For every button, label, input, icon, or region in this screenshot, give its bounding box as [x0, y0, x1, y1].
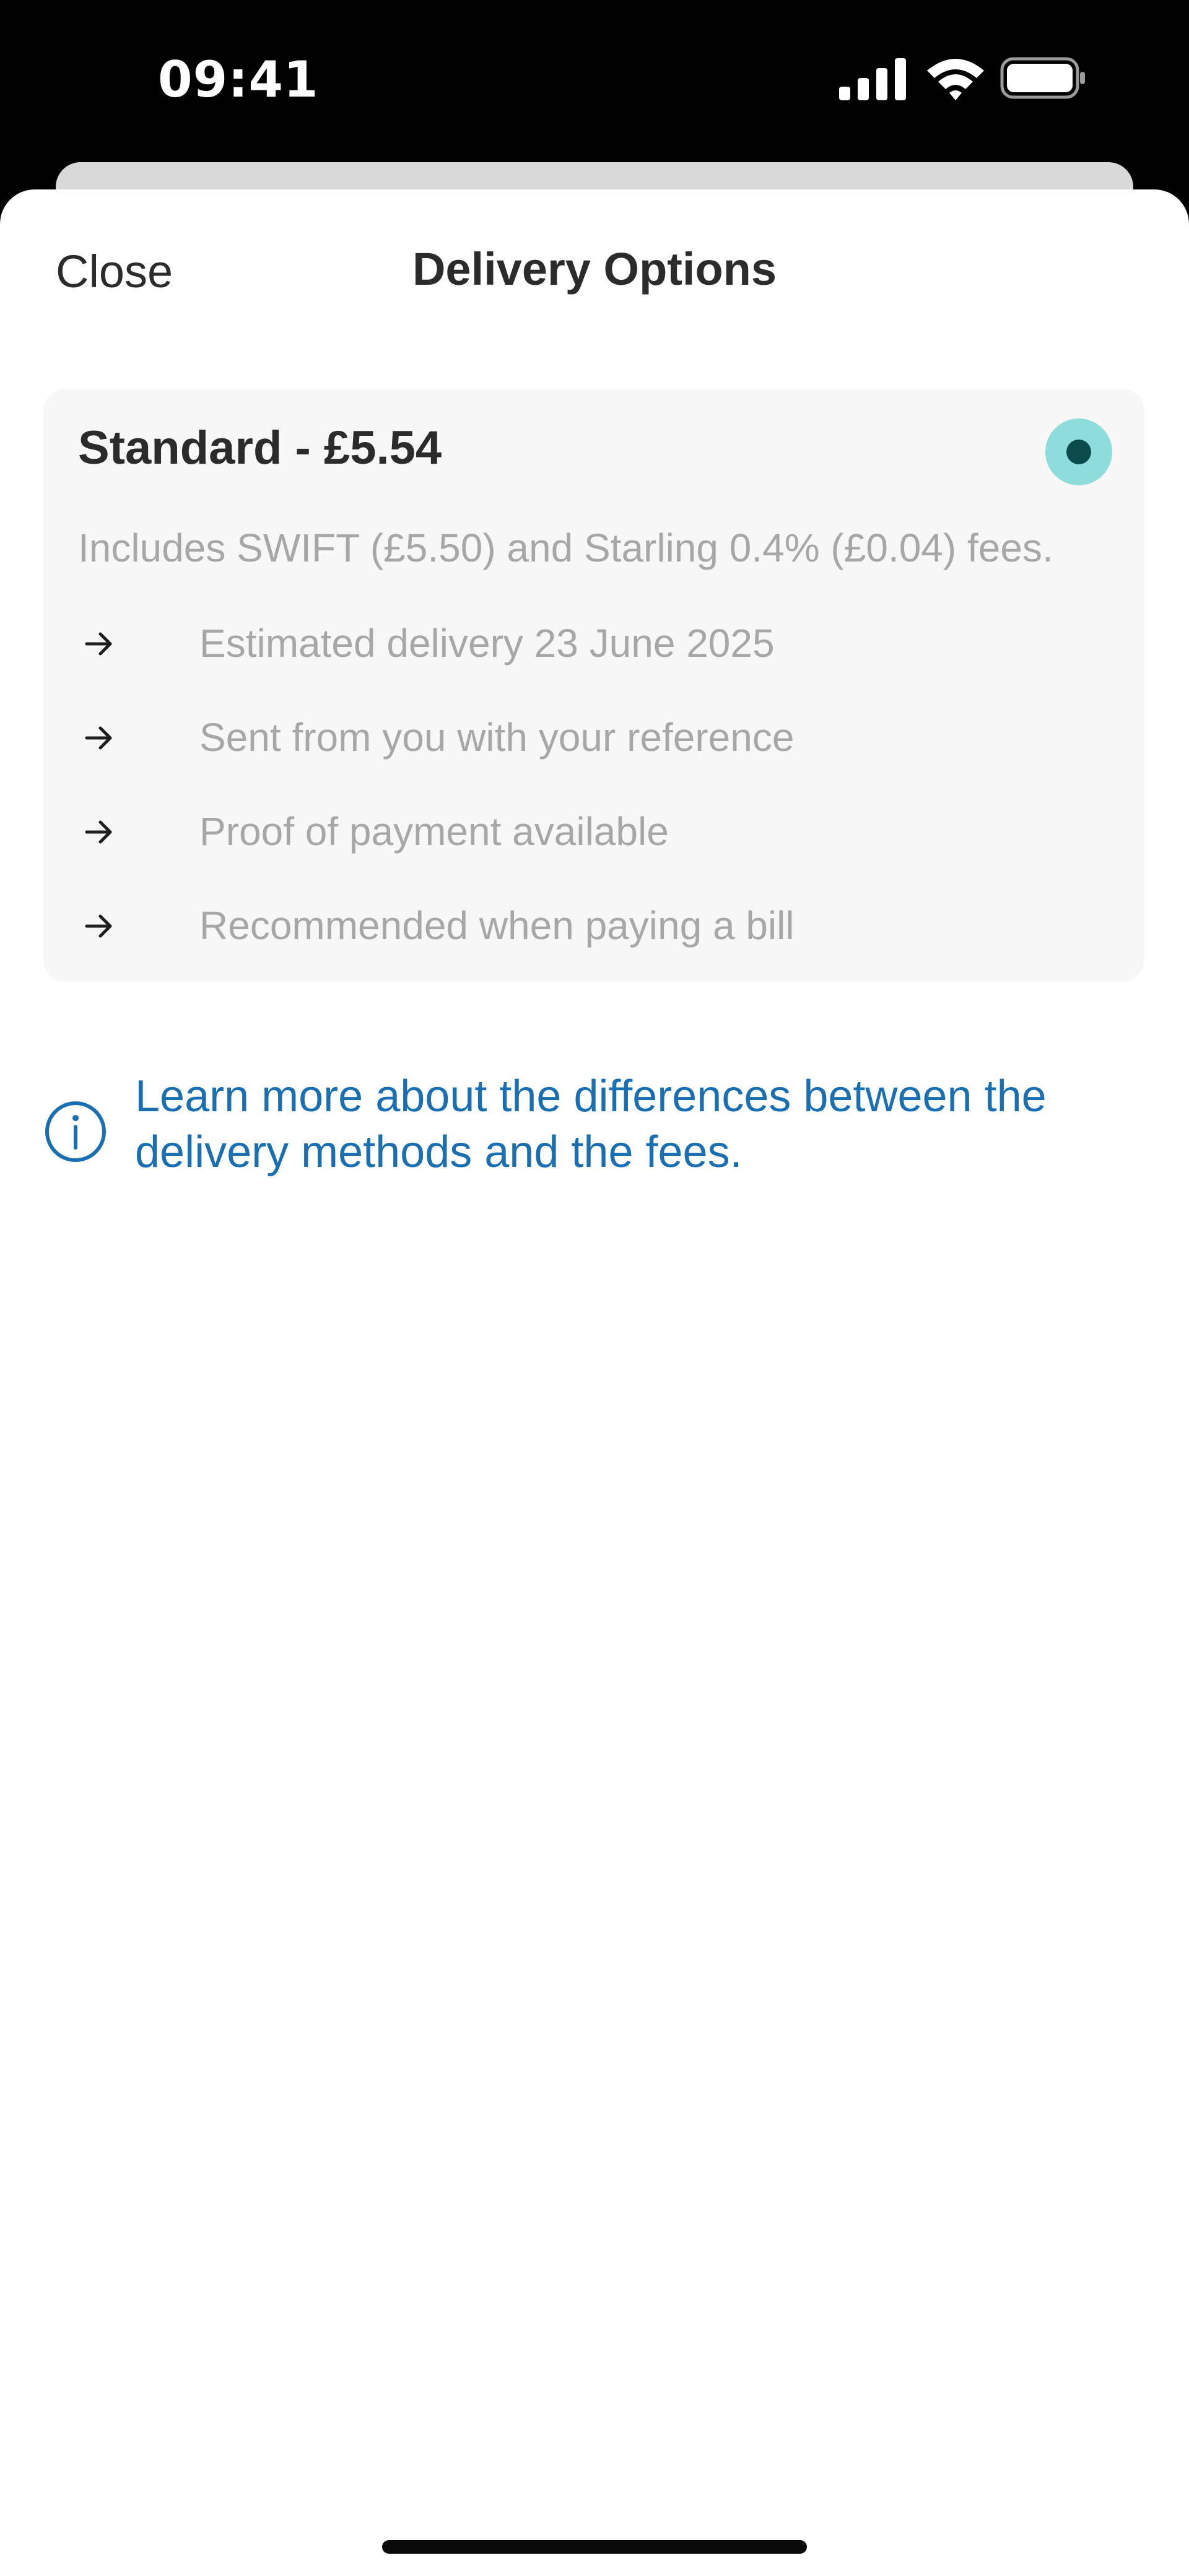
list-item: Sent from you with your reference [78, 715, 1118, 812]
wifi-icon [927, 59, 984, 100]
status-icons [839, 54, 1087, 104]
feature-text: Recommended when paying a bill [199, 903, 795, 948]
home-indicator [382, 2540, 807, 2554]
arrow-right-icon [85, 632, 112, 656]
option-description: Includes SWIFT (£5.50) and Starling 0.4%… [78, 526, 1053, 570]
battery-icon [1000, 57, 1085, 99]
list-item: Recommended when paying a bill [78, 903, 1118, 1000]
radio-selected-icon[interactable] [1045, 418, 1112, 485]
arrow-right-icon [85, 726, 112, 750]
feature-text: Sent from you with your reference [199, 715, 795, 760]
sheet-title: Delivery Options [412, 243, 777, 295]
feature-list: Estimated delivery 23 June 2025 Sent fro… [78, 621, 1118, 1000]
list-item: Proof of payment available [78, 809, 1118, 906]
status-bar: 09:41 [0, 0, 1189, 161]
delivery-options-sheet: Close Delivery Options Standard - £5.54 … [0, 189, 1189, 2576]
arrow-right-icon [85, 914, 112, 938]
feature-text: Proof of payment available [199, 809, 669, 854]
status-time: 09:41 [158, 51, 319, 108]
arrow-right-icon [85, 820, 112, 844]
learn-more-link[interactable]: Learn more about the differences between… [135, 1069, 1151, 1180]
learn-more-row[interactable]: Learn more about the differences between… [43, 1069, 1152, 1192]
info-icon [45, 1101, 106, 1162]
cellular-signal-icon [839, 58, 906, 100]
option-title: Standard - £5.54 [78, 422, 442, 474]
delivery-option-standard[interactable]: Standard - £5.54 Includes SWIFT (£5.50) … [43, 389, 1144, 982]
feature-text: Estimated delivery 23 June 2025 [199, 621, 775, 666]
radio-dot [1066, 440, 1091, 464]
list-item: Estimated delivery 23 June 2025 [78, 621, 1118, 718]
